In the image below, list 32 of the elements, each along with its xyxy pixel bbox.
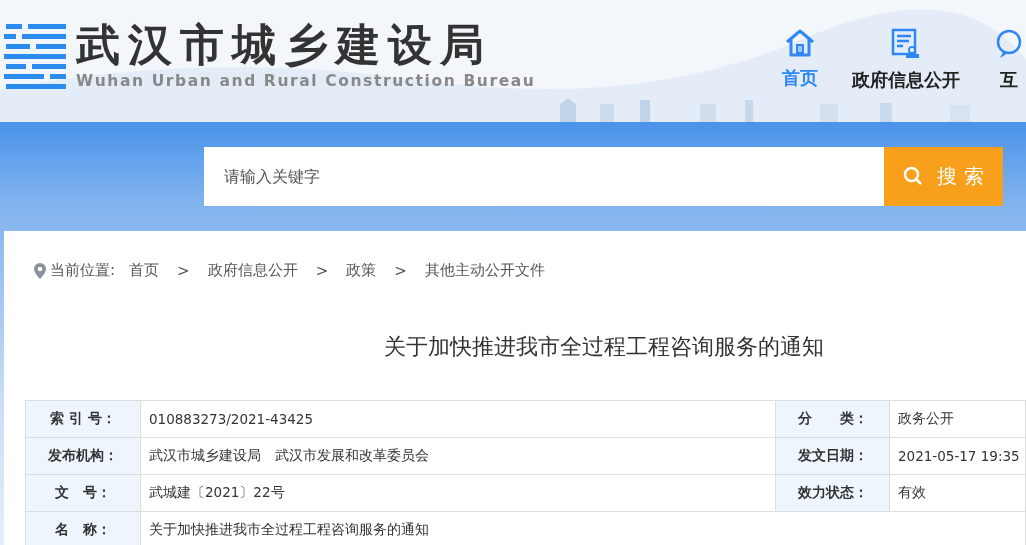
breadcrumb-link[interactable]: 政策 xyxy=(346,261,377,280)
breadcrumb-link[interactable]: 首页 xyxy=(129,261,160,280)
field-value: 武汉市城乡建设局 武汉市发展和改革委员会 xyxy=(140,437,776,475)
breadcrumb-link[interactable]: 政府信息公开 xyxy=(207,261,298,280)
field-label: 名 称： xyxy=(25,511,141,545)
field-value: 有效 xyxy=(889,474,1026,512)
chat-icon xyxy=(994,28,1024,60)
field-label: 发布机构： xyxy=(25,437,141,475)
breadcrumb-separator: > xyxy=(315,261,329,280)
field-value: 010883273/2021-43425 xyxy=(140,400,776,438)
search-field[interactable]: 请输入关键字 xyxy=(204,146,884,206)
home-icon xyxy=(784,28,816,58)
site-subtitle: Wuhan Urban and Rural Construction Bureau xyxy=(76,72,536,90)
breadcrumb-separator: > xyxy=(394,261,407,280)
breadcrumb-link[interactable]: 其他主动公开文件 xyxy=(424,261,545,280)
breadcrumb-label: 当前位置: xyxy=(50,261,116,280)
field-value: 武城建〔2021〕22号 xyxy=(140,474,776,512)
field-label: 发文日期： xyxy=(775,437,890,475)
search-icon xyxy=(903,166,924,186)
field-value: 政务公开 xyxy=(889,400,1026,438)
field-value: 2021-05-17 19:35 xyxy=(889,437,1026,475)
nav-item[interactable]: 互 xyxy=(994,28,1024,92)
location-pin-icon xyxy=(34,262,46,279)
nav-item[interactable]: 政府信息公开 xyxy=(852,28,960,92)
field-label: 分 类： xyxy=(775,400,890,438)
field-label: 索 引 号： xyxy=(25,400,141,438)
article-title: 关于加快推进我市全过程工程咨询服务的通知 xyxy=(383,333,825,361)
field-label: 效力状态： xyxy=(775,474,890,512)
document-stamp-icon xyxy=(891,28,921,60)
site-title: 武汉市城乡建设局 xyxy=(76,20,493,70)
breadcrumb-separator: > xyxy=(177,261,190,280)
field-label: 文 号： xyxy=(25,474,141,512)
